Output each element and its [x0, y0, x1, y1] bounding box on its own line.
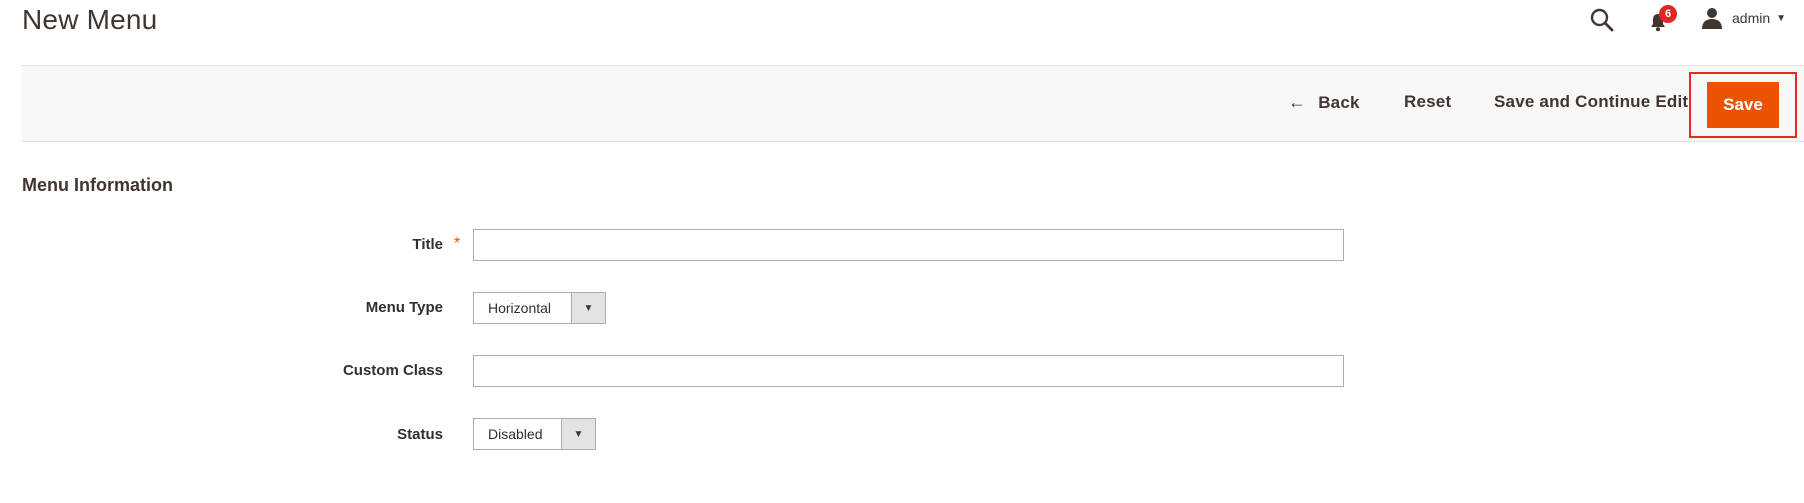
page: New Menu 6 admin ▼ ← Back Reset Save and…: [0, 0, 1804, 503]
admin-user-menu[interactable]: admin ▼: [1702, 6, 1786, 30]
status-selected-value: Disabled: [488, 426, 543, 442]
status-label: Status: [397, 426, 443, 443]
back-button[interactable]: ← Back: [1288, 92, 1360, 113]
arrow-left-icon: ←: [1288, 92, 1307, 112]
required-indicator: *: [454, 235, 461, 252]
menu-type-label: Menu Type: [365, 299, 443, 316]
user-icon: [1702, 8, 1722, 29]
reset-button[interactable]: Reset: [1404, 92, 1451, 112]
notifications-button[interactable]: 6: [1646, 5, 1680, 35]
back-button-label: Back: [1318, 92, 1360, 112]
chevron-down-icon: ▼: [1776, 12, 1787, 24]
notification-count-badge: 6: [1659, 5, 1677, 23]
title-label: Title: [412, 236, 443, 253]
search-icon[interactable]: [1589, 7, 1615, 33]
custom-class-input[interactable]: [473, 355, 1344, 387]
custom-class-label: Custom Class: [342, 362, 443, 379]
page-actions-bar: ← Back Reset Save and Continue Edit Save: [22, 65, 1804, 142]
status-select[interactable]: Disabled ▼: [473, 418, 596, 450]
menu-type-select[interactable]: Horizontal ▼: [473, 292, 606, 324]
title-input[interactable]: [473, 229, 1344, 261]
section-title: Menu Information: [22, 175, 173, 195]
triangle-down-icon: ▼: [561, 419, 595, 449]
page-title: New Menu: [22, 4, 158, 35]
save-button[interactable]: Save: [1707, 82, 1779, 128]
triangle-down-icon: ▼: [571, 293, 605, 323]
menu-type-selected-value: Horizontal: [488, 300, 552, 316]
save-and-continue-button[interactable]: Save and Continue Edit: [1494, 92, 1688, 112]
admin-username: admin: [1732, 10, 1771, 26]
